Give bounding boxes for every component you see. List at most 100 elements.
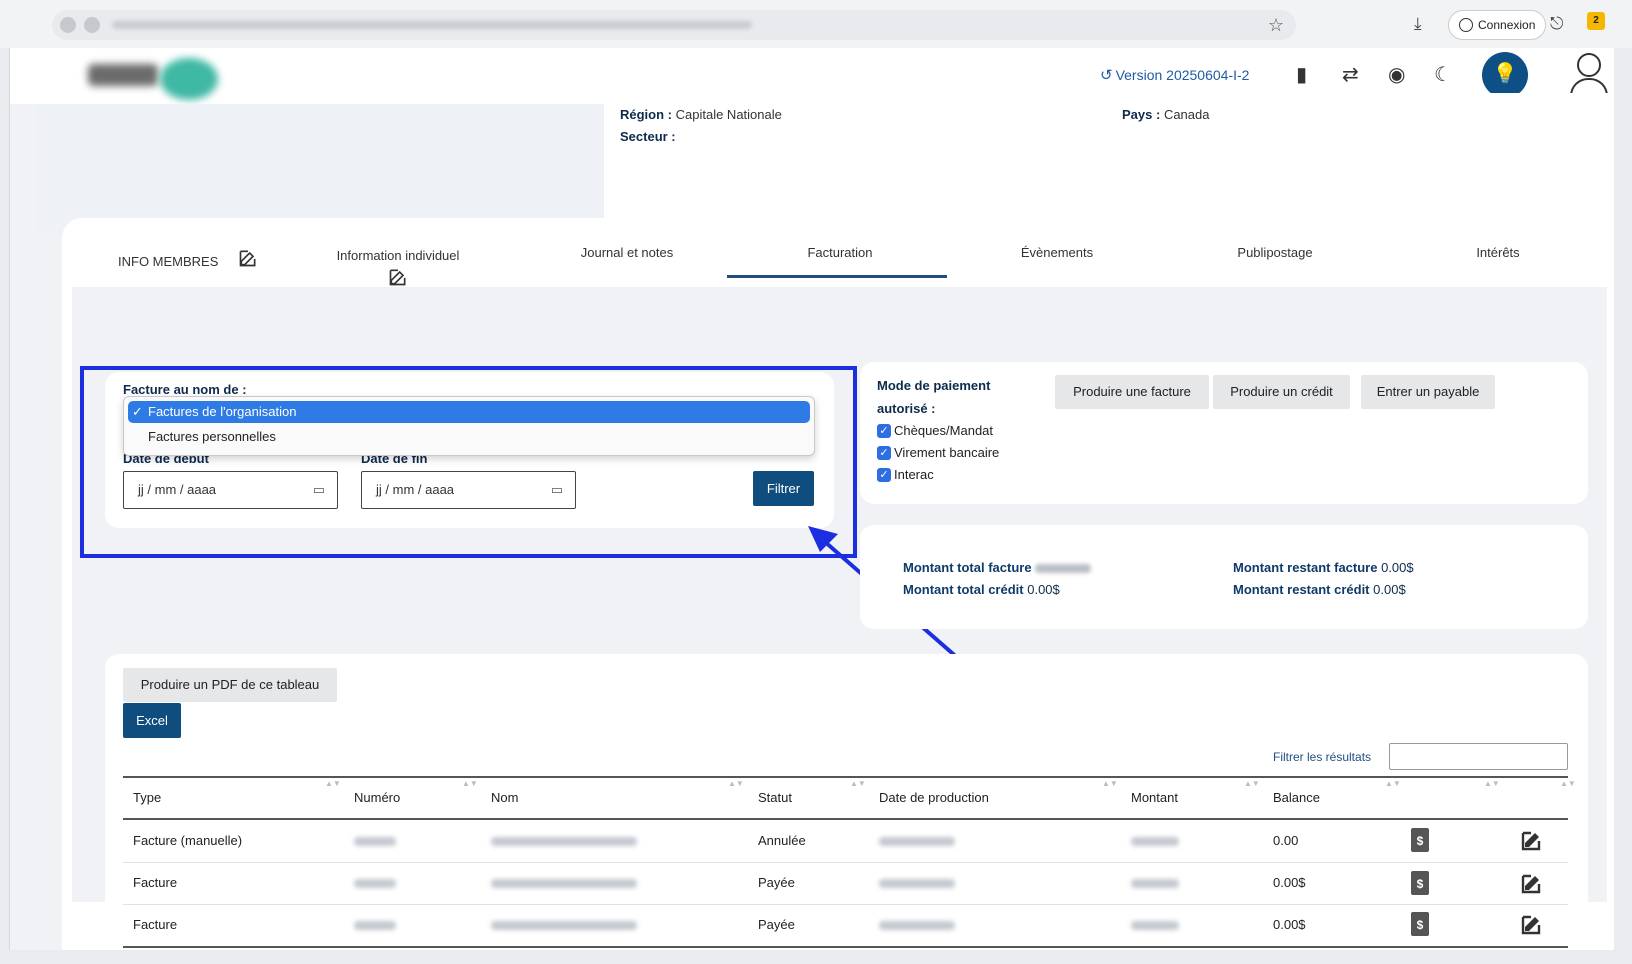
active-tab-underline	[727, 275, 947, 278]
produire-facture-button[interactable]: Produire une facture	[1055, 375, 1209, 409]
cell-numero-blurred	[354, 837, 396, 846]
excel-button[interactable]: Excel	[123, 703, 181, 738]
cell-date-blurred	[879, 879, 955, 888]
cell-date-blurred	[879, 837, 955, 846]
sort-icon[interactable]: ▲▼	[462, 779, 478, 788]
th-statut[interactable]: Statut	[758, 790, 792, 805]
total-facture-value-blurred	[1035, 564, 1092, 574]
invoice-dollar-icon[interactable]: $	[1411, 828, 1429, 852]
cell-type: Facture	[133, 917, 178, 932]
tab-journal-et-notes[interactable]: Journal et notes	[572, 245, 682, 260]
edit-icon	[239, 250, 256, 267]
cell-montant-blurred	[1131, 921, 1179, 930]
cell-montant-blurred	[1131, 879, 1179, 888]
payment-title-line1: Mode de paiement	[877, 378, 991, 393]
tab-evenements[interactable]: Évènements	[1012, 245, 1102, 260]
share-icon[interactable]: ⎋	[1550, 14, 1563, 34]
total-credit: Montant total crédit 0.00$	[903, 582, 1060, 597]
row-separator	[123, 862, 1568, 863]
cell-montant-blurred	[1131, 837, 1179, 846]
secteur-field: Secteur :	[620, 129, 676, 144]
address-bar[interactable]: ☆	[52, 10, 1296, 40]
label-cheques: Chèques/Mandat	[894, 423, 994, 438]
tab-facturation[interactable]: Facturation	[790, 245, 890, 260]
cell-type: Facture	[133, 875, 178, 890]
th-type[interactable]: Type	[133, 790, 161, 805]
dark-mode-moon-icon[interactable]: ☾	[1434, 62, 1452, 87]
edit-icon[interactable]	[1520, 871, 1544, 895]
swap-arrows-icon[interactable]: ⇄	[1342, 62, 1359, 87]
cell-date-blurred	[879, 921, 955, 930]
row-separator	[123, 946, 1568, 948]
tab-interets[interactable]: Intérêts	[1468, 245, 1528, 260]
browser-toolbar: ☆ ⤓ Connexion ⎋ 2	[0, 0, 1632, 48]
cell-balance: 0.00$	[1273, 875, 1306, 890]
cell-statut: Payée	[758, 917, 795, 932]
th-balance[interactable]: Balance	[1273, 790, 1320, 805]
summary-card	[860, 525, 1588, 629]
sort-icon[interactable]: ▲▼	[1102, 779, 1118, 788]
cell-statut: Annulée	[758, 833, 806, 848]
sort-icon[interactable]: ▲▼	[728, 779, 744, 788]
extension-badge[interactable]: 2	[1587, 12, 1605, 30]
logo[interactable]	[76, 56, 226, 102]
sort-icon[interactable]: ▲▼	[1385, 779, 1401, 788]
th-numero[interactable]: Numéro	[354, 790, 400, 805]
annotation-highlight-box	[80, 366, 857, 558]
pdf-file-icon[interactable]: ▮	[1296, 62, 1307, 87]
filtrer-resultats-label: Filtrer les résultats	[1273, 750, 1372, 764]
user-icon	[1459, 18, 1473, 32]
checkbox-cheques[interactable]: ✓	[877, 424, 891, 438]
invoice-dollar-icon[interactable]: $	[1411, 871, 1429, 895]
table-header-border	[123, 818, 1568, 820]
profile-icon[interactable]	[1565, 50, 1611, 98]
sort-icon[interactable]: ▲▼	[325, 779, 341, 788]
cell-numero-blurred	[354, 879, 396, 888]
edit-icon[interactable]	[1520, 912, 1544, 936]
bookmark-star-icon[interactable]: ☆	[1268, 15, 1284, 36]
label-interac: Interac	[894, 467, 934, 482]
row-separator	[123, 904, 1568, 905]
checkbox-virement[interactable]: ✓	[877, 446, 891, 460]
url-text-blurred	[112, 21, 752, 29]
cell-numero-blurred	[354, 921, 396, 930]
payment-title-line2: autorisé :	[877, 401, 936, 416]
th-date-production[interactable]: Date de production	[879, 790, 989, 805]
eye-icon[interactable]: ◉	[1388, 62, 1405, 87]
history-icon: ↺	[1100, 67, 1113, 84]
region-field: Région : Capitale Nationale	[620, 107, 782, 122]
tab-information-individuel[interactable]: Information individuel	[328, 248, 468, 287]
tab-publipostage[interactable]: Publipostage	[1228, 245, 1322, 260]
filtrer-resultats-input[interactable]	[1389, 743, 1568, 770]
entrer-payable-button[interactable]: Entrer un payable	[1361, 375, 1495, 409]
edit-icon[interactable]	[1520, 828, 1544, 852]
cell-nom-blurred	[491, 921, 637, 930]
checkbox-interac[interactable]: ✓	[877, 468, 891, 482]
total-facture: Montant total facture	[903, 560, 1092, 575]
th-montant[interactable]: Montant	[1131, 790, 1178, 805]
produire-credit-button[interactable]: Produire un crédit	[1213, 375, 1350, 409]
cell-statut: Payée	[758, 875, 795, 890]
tab-info-membres[interactable]: INFO MEMBRES	[118, 248, 258, 269]
restant-credit: Montant restant crédit 0.00$	[1233, 582, 1406, 597]
sort-icon[interactable]: ▲▼	[1484, 779, 1500, 788]
label-virement: Virement bancaire	[894, 445, 1000, 460]
connexion-button[interactable]: Connexion	[1448, 10, 1547, 40]
sort-icon[interactable]: ▲▼	[1560, 779, 1576, 788]
th-nom[interactable]: Nom	[491, 790, 518, 805]
cell-balance: 0.00	[1273, 833, 1299, 848]
pdf-tableau-button[interactable]: Produire un PDF de ce tableau	[123, 668, 337, 702]
edit-icon	[389, 269, 406, 286]
tune-icon[interactable]	[84, 17, 100, 33]
table-top-border	[123, 776, 1568, 778]
pays-field: Pays : Canada	[1122, 107, 1210, 122]
site-info-icon[interactable]	[60, 17, 76, 33]
cell-type: Facture (manuelle)	[133, 833, 243, 848]
download-icon[interactable]: ⤓	[1414, 14, 1422, 34]
sort-icon[interactable]: ▲▼	[850, 779, 866, 788]
sort-icon[interactable]: ▲▼	[1244, 779, 1260, 788]
invoice-dollar-icon[interactable]: $	[1411, 912, 1429, 936]
restant-facture: Montant restant facture 0.00$	[1233, 560, 1414, 575]
version-link[interactable]: ↺ Version 20250604-I-2	[1100, 66, 1249, 84]
lightbulb-icon[interactable]: 💡	[1482, 52, 1528, 98]
